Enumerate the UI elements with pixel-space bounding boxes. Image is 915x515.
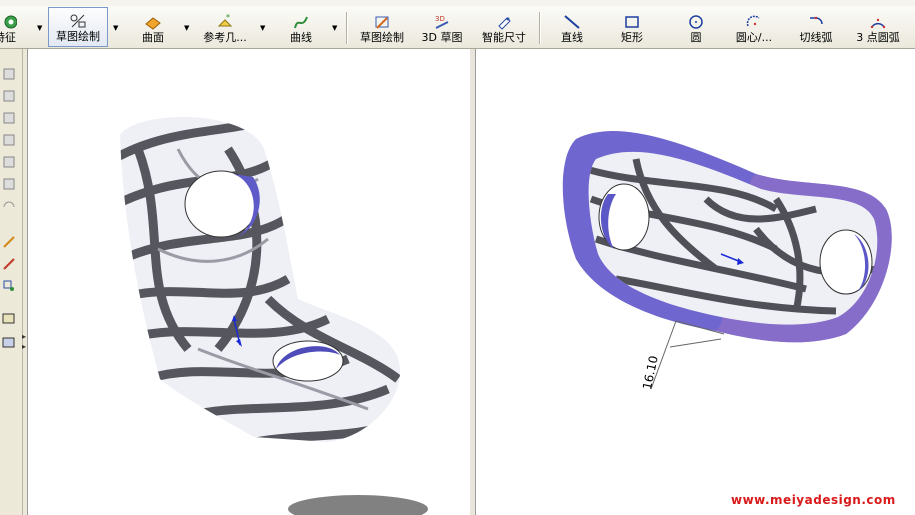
- features-tab[interactable]: 特征: [0, 7, 22, 47]
- sketch-label: 草图绘制: [56, 30, 100, 43]
- three-point-arc-label: 3 点圆弧: [856, 31, 900, 44]
- circle-icon: [689, 15, 703, 29]
- line-label: 直线: [561, 31, 583, 44]
- sketch-icon: [70, 14, 86, 28]
- part-model-top-view[interactable]: [476, 49, 915, 515]
- reference-geometry-tab[interactable]: * 参考几...: [196, 7, 254, 47]
- smart-dimension-label: 智能尺寸: [482, 31, 526, 44]
- curves-dropdown-arrow[interactable]: ▼: [332, 24, 337, 32]
- svg-text:3D: 3D: [435, 15, 445, 23]
- left-view-toolbar: ▸ ▸: [0, 49, 26, 515]
- right-hole: [819, 229, 873, 295]
- graphics-viewport-left[interactable]: [27, 49, 471, 515]
- svg-text:*: *: [226, 14, 230, 22]
- watermark-text: www.meiyadesign.com: [731, 493, 896, 507]
- 3d-sketch-label: 3D 草图: [421, 31, 463, 44]
- ground-shadow: [288, 495, 428, 515]
- view-top-icon[interactable]: [2, 155, 16, 169]
- view-right-icon[interactable]: [2, 133, 16, 147]
- 3d-sketch-button[interactable]: 3D 3D 草图: [416, 7, 468, 47]
- tangent-arc-label: 切线弧: [799, 31, 833, 44]
- centerpoint-arc-button[interactable]: 圆心/...: [728, 7, 780, 47]
- three-point-arc-icon: [870, 18, 886, 29]
- sketch-dropdown-arrow[interactable]: ▼: [113, 24, 118, 32]
- reference-geometry-dropdown-arrow[interactable]: ▼: [260, 24, 265, 32]
- solidworks-window: 特征 ▼ 草图绘制 ▼ 曲面 ▼ * 参考几... ▼: [0, 0, 915, 515]
- toolbar-grip-icon[interactable]: ▸: [22, 342, 26, 351]
- sketch-tab[interactable]: 草图绘制: [48, 7, 108, 47]
- tangent-arc-button[interactable]: 切线弧: [794, 7, 838, 47]
- curves-tab[interactable]: 曲线: [278, 7, 324, 47]
- sketch-button-label: 草图绘制: [360, 31, 404, 44]
- display-mode-icon[interactable]: [2, 311, 16, 325]
- smart-dimension-icon: [498, 17, 511, 30]
- view-front-icon[interactable]: [2, 67, 16, 81]
- relations-tool-icon[interactable]: [2, 279, 16, 293]
- three-point-arc-button[interactable]: 3 点圆弧: [850, 7, 906, 47]
- 3d-sketch-icon: 3D: [435, 15, 449, 29]
- toolbar-separator: [346, 12, 348, 44]
- command-manager-toolbar: 特征 ▼ 草图绘制 ▼ 曲面 ▼ * 参考几... ▼: [0, 6, 915, 49]
- line-button[interactable]: 直线: [552, 7, 592, 47]
- part-model-isometric[interactable]: [28, 49, 470, 515]
- edit-tool-icon[interactable]: [2, 257, 16, 271]
- tangent-arc-icon: [810, 16, 823, 25]
- sketch-button[interactable]: 草图绘制: [354, 7, 410, 47]
- circle-button[interactable]: 圆: [678, 7, 714, 47]
- surfaces-dropdown-arrow[interactable]: ▼: [184, 24, 189, 32]
- zebra-surface: [120, 116, 401, 442]
- features-icon: [4, 15, 17, 29]
- line-icon: [564, 15, 580, 29]
- features-dropdown-arrow[interactable]: ▼: [37, 24, 42, 32]
- surface-icon: [145, 17, 161, 30]
- view-left-icon[interactable]: [2, 111, 16, 125]
- smart-dimension-button[interactable]: 智能尺寸: [476, 7, 532, 47]
- sketch-pencil-icon: [375, 16, 389, 29]
- surfaces-tab[interactable]: 曲面: [130, 7, 176, 47]
- curves-label: 曲线: [290, 31, 312, 44]
- centerpoint-arc-label: 圆心/...: [735, 31, 773, 44]
- view-bottom-icon[interactable]: [2, 177, 16, 191]
- curve-icon: [294, 16, 308, 29]
- rectangle-icon: [625, 16, 639, 28]
- surfaces-label: 曲面: [142, 31, 164, 44]
- sketch-tool-icon[interactable]: [2, 235, 16, 249]
- toolbar-separator: [539, 12, 541, 44]
- rectangle-button[interactable]: 矩形: [612, 7, 652, 47]
- circle-label: 圆: [690, 31, 702, 44]
- toolbar-grip-icon[interactable]: ▸: [22, 332, 26, 341]
- centerpoint-arc-icon: [746, 15, 760, 27]
- display-shaded-icon[interactable]: [2, 335, 16, 349]
- reference-geometry-icon: *: [217, 14, 233, 27]
- view-back-icon[interactable]: [2, 89, 16, 103]
- reference-geometry-label: 参考几...: [203, 31, 247, 44]
- features-label: 特征: [0, 31, 16, 44]
- dimension-lines: [650, 320, 725, 390]
- view-iso-icon[interactable]: [2, 199, 16, 213]
- graphics-viewport-right[interactable]: [475, 49, 915, 515]
- rectangle-label: 矩形: [621, 31, 643, 44]
